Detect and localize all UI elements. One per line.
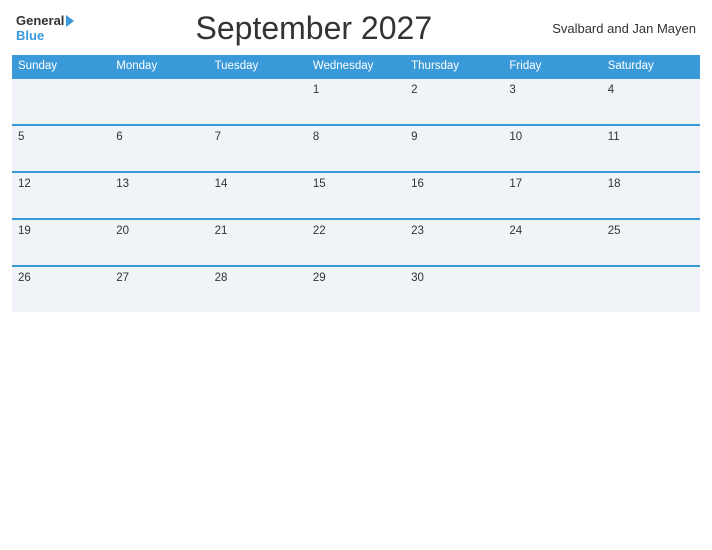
calendar-container: General Blue September 2027 Svalbard and… bbox=[0, 0, 712, 550]
day-number: 15 bbox=[313, 178, 326, 190]
calendar-header-row: SundayMondayTuesdayWednesdayThursdayFrid… bbox=[12, 55, 700, 78]
day-number: 21 bbox=[215, 225, 228, 237]
calendar-cell: 17 bbox=[503, 172, 601, 219]
day-number: 10 bbox=[509, 131, 522, 143]
calendar-cell: 9 bbox=[405, 125, 503, 172]
calendar-cell: 25 bbox=[602, 219, 700, 266]
day-number: 7 bbox=[215, 131, 221, 143]
weekday-header-sunday: Sunday bbox=[12, 55, 110, 78]
day-number: 24 bbox=[509, 225, 522, 237]
day-number: 3 bbox=[509, 84, 515, 96]
calendar-cell: 14 bbox=[209, 172, 307, 219]
calendar-header: General Blue September 2027 Svalbard and… bbox=[12, 10, 700, 47]
weekday-header-friday: Friday bbox=[503, 55, 601, 78]
calendar-cell: 26 bbox=[12, 266, 110, 312]
calendar-cell: 15 bbox=[307, 172, 405, 219]
calendar-cell bbox=[110, 78, 208, 125]
weekday-row: SundayMondayTuesdayWednesdayThursdayFrid… bbox=[12, 55, 700, 78]
weekday-header-thursday: Thursday bbox=[405, 55, 503, 78]
day-number: 29 bbox=[313, 272, 326, 284]
calendar-cell: 7 bbox=[209, 125, 307, 172]
month-title: September 2027 bbox=[75, 10, 552, 47]
calendar-cell bbox=[209, 78, 307, 125]
day-number: 26 bbox=[18, 272, 31, 284]
day-number: 14 bbox=[215, 178, 228, 190]
day-number: 22 bbox=[313, 225, 326, 237]
calendar-cell: 30 bbox=[405, 266, 503, 312]
calendar-cell: 8 bbox=[307, 125, 405, 172]
day-number: 5 bbox=[18, 131, 24, 143]
week-row-4: 26 27 28 29 30 bbox=[12, 266, 700, 312]
day-number: 18 bbox=[608, 178, 621, 190]
calendar-cell bbox=[503, 266, 601, 312]
calendar-cell: 13 bbox=[110, 172, 208, 219]
calendar-cell: 20 bbox=[110, 219, 208, 266]
logo-triangle-icon bbox=[66, 15, 74, 27]
day-number: 11 bbox=[608, 131, 620, 143]
day-number: 12 bbox=[18, 178, 31, 190]
week-row-1: 5 6 7 8 9 10 11 bbox=[12, 125, 700, 172]
calendar-cell: 4 bbox=[602, 78, 700, 125]
calendar-cell: 11 bbox=[602, 125, 700, 172]
calendar-cell bbox=[602, 266, 700, 312]
calendar-cell: 27 bbox=[110, 266, 208, 312]
calendar-cell: 21 bbox=[209, 219, 307, 266]
day-number: 20 bbox=[116, 225, 129, 237]
day-number: 16 bbox=[411, 178, 424, 190]
week-row-0: 1 2 3 4 bbox=[12, 78, 700, 125]
day-number: 1 bbox=[313, 84, 319, 96]
calendar-grid: SundayMondayTuesdayWednesdayThursdayFrid… bbox=[12, 55, 700, 312]
calendar-cell: 12 bbox=[12, 172, 110, 219]
day-number: 9 bbox=[411, 131, 417, 143]
calendar-body: 1234567891011121314151617181920212223242… bbox=[12, 78, 700, 312]
day-number: 8 bbox=[313, 131, 319, 143]
day-number: 19 bbox=[18, 225, 31, 237]
calendar-cell: 10 bbox=[503, 125, 601, 172]
calendar-cell: 24 bbox=[503, 219, 601, 266]
day-number: 13 bbox=[116, 178, 129, 190]
logo-general-text: General bbox=[16, 14, 64, 28]
weekday-header-monday: Monday bbox=[110, 55, 208, 78]
week-row-2: 12 13 14 15 16 17 18 bbox=[12, 172, 700, 219]
calendar-cell: 19 bbox=[12, 219, 110, 266]
week-row-3: 19 20 21 22 23 24 25 bbox=[12, 219, 700, 266]
calendar-cell: 6 bbox=[110, 125, 208, 172]
calendar-cell: 1 bbox=[307, 78, 405, 125]
day-number: 2 bbox=[411, 84, 417, 96]
day-number: 27 bbox=[116, 272, 129, 284]
day-number: 6 bbox=[116, 131, 122, 143]
calendar-cell: 18 bbox=[602, 172, 700, 219]
logo-blue-text: Blue bbox=[16, 29, 44, 43]
calendar-cell: 29 bbox=[307, 266, 405, 312]
calendar-cell: 22 bbox=[307, 219, 405, 266]
day-number: 17 bbox=[509, 178, 522, 190]
day-number: 23 bbox=[411, 225, 424, 237]
calendar-cell bbox=[12, 78, 110, 125]
day-number: 25 bbox=[608, 225, 621, 237]
calendar-cell: 2 bbox=[405, 78, 503, 125]
day-number: 28 bbox=[215, 272, 228, 284]
region-label: Svalbard and Jan Mayen bbox=[552, 21, 696, 36]
calendar-cell: 16 bbox=[405, 172, 503, 219]
weekday-header-saturday: Saturday bbox=[602, 55, 700, 78]
logo: General Blue bbox=[16, 14, 75, 43]
day-number: 4 bbox=[608, 84, 614, 96]
day-number: 30 bbox=[411, 272, 424, 284]
weekday-header-tuesday: Tuesday bbox=[209, 55, 307, 78]
calendar-cell: 3 bbox=[503, 78, 601, 125]
calendar-cell: 5 bbox=[12, 125, 110, 172]
calendar-cell: 23 bbox=[405, 219, 503, 266]
calendar-cell: 28 bbox=[209, 266, 307, 312]
weekday-header-wednesday: Wednesday bbox=[307, 55, 405, 78]
